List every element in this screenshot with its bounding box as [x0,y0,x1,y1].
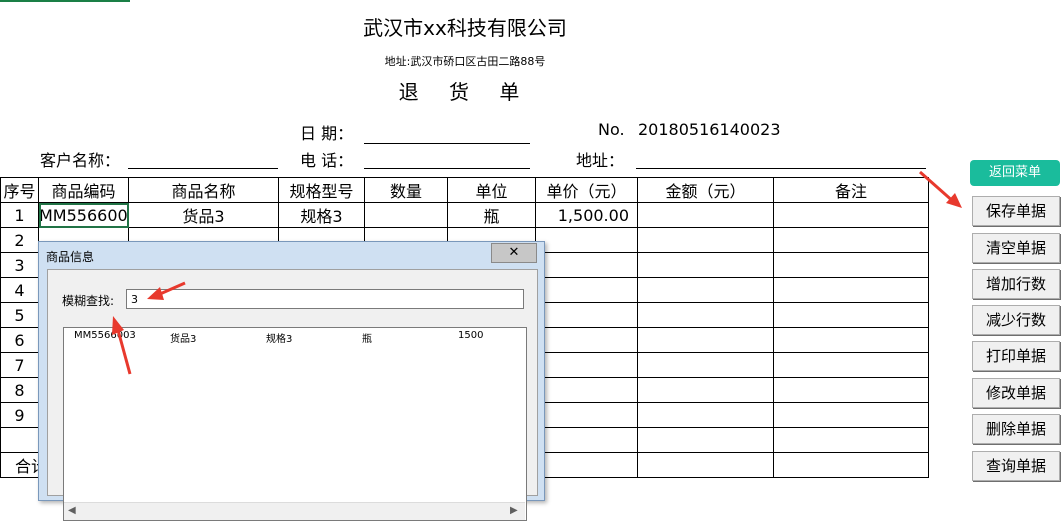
horizontal-scrollbar[interactable]: ◀ ▶ [64,502,525,520]
arrow-to-result-icon [116,329,132,375]
arrow-head-icon [147,287,164,300]
annotation-arrows [112,170,962,375]
arrow-head-icon [112,316,124,335]
scroll-left-icon[interactable]: ◀ [68,505,76,516]
arrow-to-search-icon [159,281,186,296]
arrow-to-save-icon [919,170,956,205]
scroll-right-icon[interactable]: ▶ [510,505,518,516]
